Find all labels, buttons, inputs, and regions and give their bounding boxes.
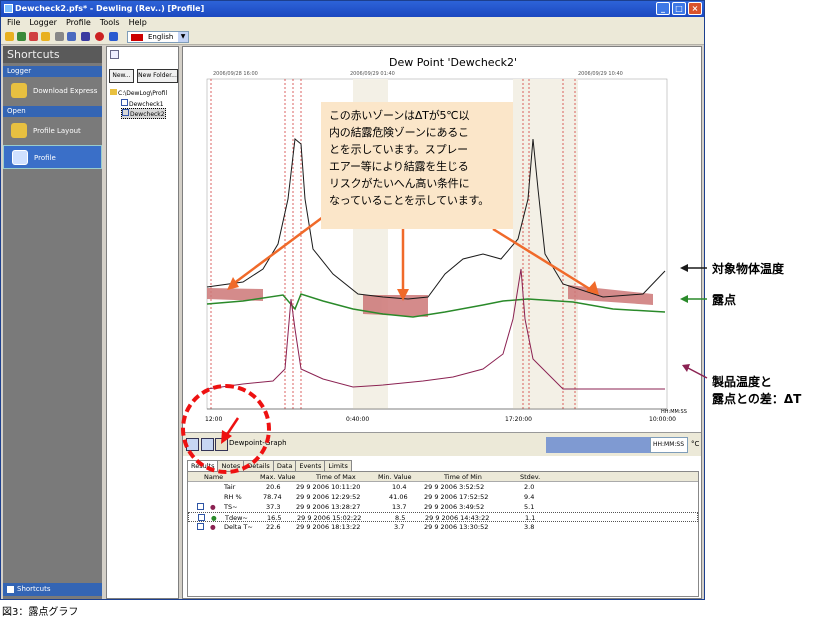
label-dewpoint: 露点 (712, 293, 737, 307)
annotation-arrows (221, 264, 708, 444)
label-delta-1: 製品温度と (712, 375, 773, 389)
label-delta-2: 露点との差：ΔT (712, 392, 802, 406)
delta-label-arrow (687, 367, 708, 379)
circle-pointer-arrow (224, 417, 240, 437)
label-surface-temp: 対象物体温度 (712, 262, 785, 276)
figure-caption: 図3：露点グラフ (2, 607, 79, 618)
